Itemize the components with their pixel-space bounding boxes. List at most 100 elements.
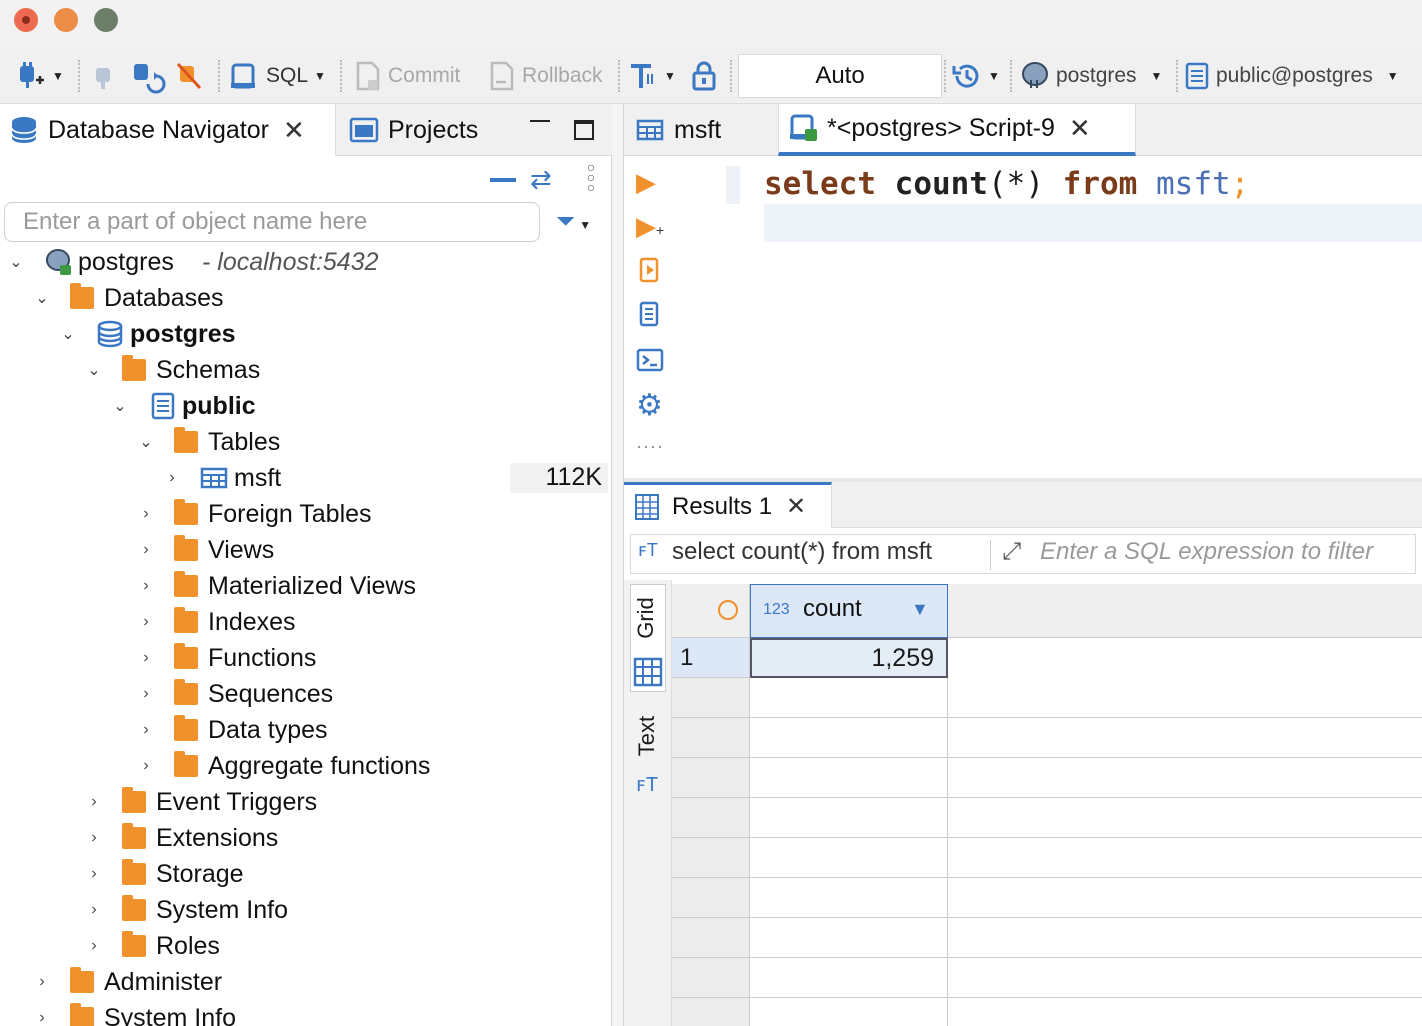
tree-node-sequences[interactable]: › Sequences <box>0 676 612 712</box>
active-schema-selector[interactable]: public@postgres ▼ <box>1184 48 1399 104</box>
chevron-down-icon[interactable]: ⌄ <box>110 396 130 416</box>
tree-node-storage[interactable]: › Storage <box>0 856 612 892</box>
tree-node-views[interactable]: › Views <box>0 532 612 568</box>
link-with-editor-icon[interactable]: ⇄ <box>530 164 552 195</box>
commit-button[interactable]: Commit <box>354 48 460 104</box>
lock-button[interactable] <box>690 48 718 104</box>
row-number-header[interactable] <box>672 584 750 638</box>
execute-script-icon[interactable] <box>636 256 664 284</box>
maximize-panel-icon[interactable] <box>574 120 594 140</box>
chevron-right-icon[interactable]: › <box>32 973 52 991</box>
tab-script-9[interactable]: *<postgres> Script-9 ✕ <box>778 104 1136 156</box>
chevron-right-icon[interactable]: › <box>136 613 156 631</box>
chevron-right-icon[interactable]: › <box>136 505 156 523</box>
sql-editor[interactable]: ▶ ▶+ ⚙ ···· select count(*) from msft; <box>624 156 1422 480</box>
filter-expression-input[interactable]: Enter a SQL expression to filter <box>1040 538 1373 566</box>
chevron-down-icon[interactable]: ⌄ <box>6 252 26 272</box>
column-name: count <box>803 595 862 622</box>
results-grid[interactable]: 123 count ▼ 1 1,259 <box>672 584 1422 1026</box>
minimize-window-button[interactable] <box>54 8 78 32</box>
tree-node-foreign-tables[interactable]: › Foreign Tables <box>0 496 612 532</box>
terminal-icon[interactable] <box>636 346 664 374</box>
zoom-window-button[interactable] <box>94 8 118 32</box>
chevron-right-icon[interactable]: › <box>136 541 156 559</box>
more-actions-icon[interactable]: ···· <box>636 436 664 464</box>
more-options-icon[interactable]: ○ ○ ○ <box>586 160 596 194</box>
column-header-count[interactable]: 123 count ▼ <box>750 584 948 638</box>
tab-database-navigator[interactable]: Database Navigator ✕ <box>0 104 336 156</box>
history-button[interactable]: ▼ <box>950 48 1000 104</box>
tree-node-materialized-views[interactable]: › Materialized Views <box>0 568 612 604</box>
transaction-mode-menu[interactable]: ▼ <box>628 48 676 104</box>
chevron-right-icon[interactable]: › <box>84 829 104 847</box>
tree-node-database[interactable]: ⌄ postgres <box>0 316 612 352</box>
tree-node-tables[interactable]: ⌄ Tables <box>0 424 612 460</box>
row-number-cell[interactable]: 1 <box>672 638 750 678</box>
rollback-button[interactable]: Rollback <box>488 48 603 104</box>
tree-node-table[interactable]: › msft 112K <box>0 460 612 496</box>
close-icon[interactable]: ✕ <box>786 492 806 521</box>
new-connection-button[interactable]: ▼ <box>14 48 64 104</box>
chevron-right-icon[interactable]: › <box>136 721 156 739</box>
reconnect-button[interactable] <box>130 48 166 104</box>
chevron-right-icon[interactable]: › <box>136 649 156 667</box>
tab-results-1[interactable]: Results 1 ✕ <box>624 482 832 528</box>
tree-node-schemas[interactable]: ⌄ Schemas <box>0 352 612 388</box>
chevron-down-icon[interactable]: ⌄ <box>32 288 52 308</box>
minimize-panel-icon[interactable] <box>530 120 550 122</box>
cell-count-value[interactable]: 1,259 <box>750 638 948 678</box>
sql-editor-button[interactable]: SQL ▼ <box>230 48 326 104</box>
tab-msft[interactable]: msft <box>624 104 778 156</box>
chevron-right-icon[interactable]: › <box>136 577 156 595</box>
execute-statement-icon[interactable]: ▶ <box>636 168 664 196</box>
grid-view-tab[interactable]: Grid <box>630 584 666 692</box>
panel-splitter[interactable] <box>612 104 624 1026</box>
disconnect-button[interactable] <box>174 48 204 104</box>
chevron-right-icon[interactable]: › <box>136 757 156 775</box>
close-icon[interactable]: ✕ <box>1069 113 1091 144</box>
tree-node-schema[interactable]: ⌄ public <box>0 388 612 424</box>
text-view-tab[interactable]: Text ꜰT <box>630 710 666 808</box>
chevron-down-icon[interactable]: ⌄ <box>136 432 156 452</box>
navigator-search-input[interactable]: Enter a part of object name here <box>4 202 540 242</box>
tab-projects[interactable]: Projects <box>344 104 478 156</box>
tree-node-event-triggers[interactable]: › Event Triggers <box>0 784 612 820</box>
sort-dropdown-icon[interactable]: ▼ <box>911 599 929 620</box>
connect-button[interactable] <box>90 48 116 104</box>
chevron-down-icon[interactable]: ⌄ <box>58 324 78 344</box>
settings-gear-icon[interactable]: ⚙ <box>636 391 664 421</box>
chevron-right-icon[interactable]: › <box>162 469 182 487</box>
execute-new-tab-icon[interactable]: ▶+ <box>636 212 664 240</box>
tree-node-system-info[interactable]: › System Info <box>0 1000 612 1026</box>
collapse-all-icon[interactable] <box>490 178 516 182</box>
active-datasource-selector[interactable]: postgres ▼ <box>1020 48 1162 104</box>
chevron-right-icon[interactable]: › <box>84 937 104 955</box>
tree-node-extensions[interactable]: › Extensions <box>0 820 612 856</box>
close-window-button[interactable] <box>14 8 38 32</box>
chevron-right-icon[interactable]: › <box>32 1009 52 1026</box>
tree-node-system-info[interactable]: › System Info <box>0 892 612 928</box>
tree-node-roles[interactable]: › Roles <box>0 928 612 964</box>
expand-filter-icon[interactable]: ⤢ <box>1002 538 1021 566</box>
chevron-right-icon[interactable]: › <box>136 685 156 703</box>
chevron-right-icon[interactable]: › <box>84 793 104 811</box>
chevron-right-icon[interactable]: › <box>84 865 104 883</box>
chevron-down-icon: ▼ <box>52 69 64 83</box>
chevron-right-icon[interactable]: › <box>84 901 104 919</box>
chevron-down-icon[interactable]: ⌄ <box>84 360 104 380</box>
tree-node-aggregate-functions[interactable]: › Aggregate functions <box>0 748 612 784</box>
tree-node-functions[interactable]: › Functions <box>0 640 612 676</box>
tree-label: Aggregate functions <box>208 751 431 780</box>
sql-code-line[interactable]: select count(*) from msft; <box>764 166 1249 202</box>
filter-icon[interactable]: ⏷ ▼ <box>556 208 591 236</box>
tree-node-indexes[interactable]: › Indexes <box>0 604 612 640</box>
transaction-mode-field[interactable]: Auto <box>738 54 942 98</box>
current-line-marker <box>726 166 740 204</box>
tree-node-connection[interactable]: ⌄ postgres - localhost:5432 <box>0 244 612 280</box>
tree-node-data-types[interactable]: › Data types <box>0 712 612 748</box>
tree-node-databases[interactable]: ⌄ Databases <box>0 280 612 316</box>
tree-node-administer[interactable]: › Administer <box>0 964 612 1000</box>
text-view-icon: ꜰT <box>636 774 659 796</box>
close-icon[interactable]: ✕ <box>283 115 305 146</box>
script-list-icon[interactable] <box>636 300 664 328</box>
